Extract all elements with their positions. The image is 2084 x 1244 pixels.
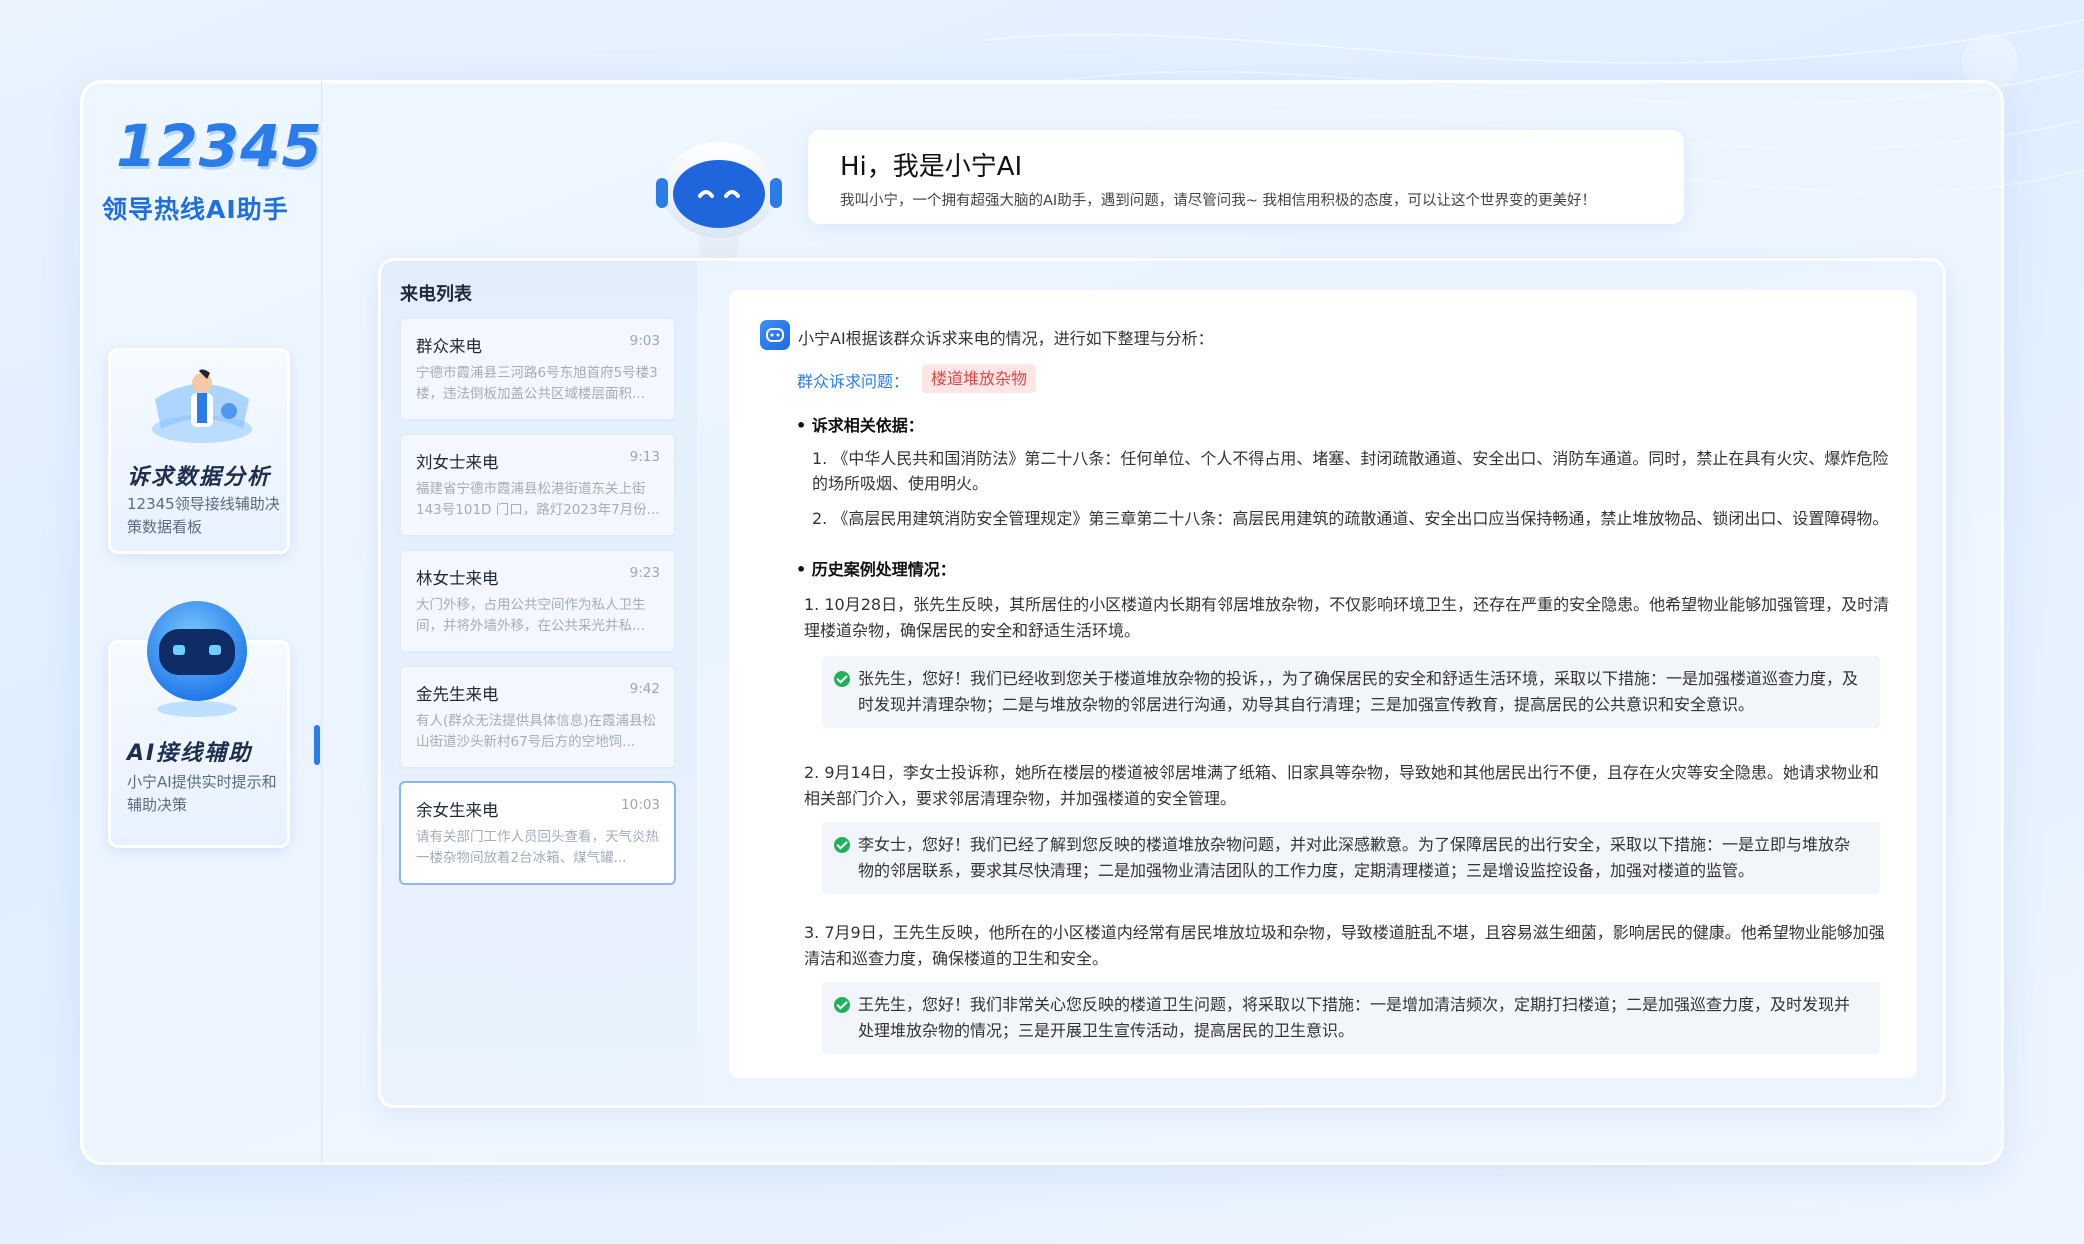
caller-name: 余女生来电 — [416, 801, 499, 820]
robot-mascot-icon — [656, 142, 782, 258]
call-list-item-active[interactable]: 余女生来电 10:03 请有关部门工作人员回头查看，天气炎热一楼杂物间放着2台冰… — [399, 781, 676, 885]
call-time: 9:13 — [629, 449, 660, 465]
call-list-item[interactable]: 群众来电 9:03 宁德市霞浦县三河路6号东旭首府5号楼3楼，违法倒板加盖公共区… — [399, 317, 676, 421]
call-list-item[interactable]: 金先生来电 9:42 有人(群众无法提供具体信息)在霞浦县松山街道沙头新村67号… — [399, 665, 676, 769]
call-snippet: 宁德市霞浦县三河路6号东旭首府5号楼3楼，违法倒板加盖公共区域楼层面积... — [416, 365, 658, 402]
history-case: 1. 10月28日，张先生反映，其所居住的小区楼道内长期有邻居堆放杂物，不仅影响… — [804, 595, 1890, 640]
basis-item: 2. 《高层民用建筑消防安全管理规定》第三章第二十八条：高层民用建筑的疏散通道、… — [812, 509, 1889, 528]
issue-label: 群众诉求问题： — [797, 372, 910, 391]
call-time: 10:03 — [621, 797, 660, 813]
greeting-bubble: Hi，我是小宁AI 我叫小宁，一个拥有超强大脑的AI助手，遇到问题，请尽管问我~… — [808, 130, 1684, 224]
greeting-desc: 我叫小宁，一个拥有超强大脑的AI助手，遇到问题，请尽管问我~ 我相信用积极的态度… — [840, 193, 1596, 209]
case-reply: 王先生，您好！我们非常关心您反映的楼道卫生问题，将采取以下措施：一是增加清洁频次… — [822, 982, 1880, 1054]
call-time: 9:03 — [629, 333, 660, 349]
nav-desc: 小宁AI提供实时提示和辅助决策 — [127, 773, 277, 814]
case-reply-text: 李女士，您好！我们已经了解到您反映的楼道堆放杂物问题，并对此深感歉意。为了保障居… — [858, 835, 1851, 880]
nav-card-data-analysis[interactable]: 诉求数据分析 12345领导接线辅助决策数据看板 — [108, 348, 290, 554]
history-case: 2. 9月14日，李女士投诉称，她所在楼层的楼道被邻居堆满了纸箱、旧家具等杂物，… — [804, 763, 1879, 808]
nav-card-ai-assist[interactable]: AI接线辅助 小宁AI提供实时提示和辅助决策 — [108, 601, 290, 848]
nav-title: AI接线辅助 — [127, 741, 253, 766]
brand-number: 12345 — [116, 112, 323, 180]
nav-title: 诉求数据分析 — [127, 465, 272, 490]
call-time: 9:42 — [629, 681, 660, 697]
caller-name: 群众来电 — [416, 337, 482, 356]
check-icon — [834, 671, 850, 687]
call-time: 9:23 — [629, 565, 660, 581]
check-icon — [834, 997, 850, 1013]
analyst-illustration-icon — [152, 369, 252, 443]
call-snippet: 大门外移，占用公共空间作为私人卫生间，并将外墙外移，在公共采光井私... — [416, 597, 646, 634]
greeting-title: Hi，我是小宁AI — [840, 152, 1023, 182]
brand-subtitle: 领导热线AI助手 — [102, 195, 289, 224]
case-reply: 张先生，您好！我们已经收到您关于楼道堆放杂物的投诉，，为了确保居民的安全和舒适生… — [822, 656, 1880, 728]
analysis-intro: 小宁AI根据该群众诉求来电的情况，进行如下整理与分析： — [798, 329, 1214, 348]
case-reply: 李女士，您好！我们已经了解到您反映的楼道堆放杂物问题，并对此深感歉意。为了保障居… — [822, 822, 1880, 894]
caller-name: 林女士来电 — [416, 569, 499, 588]
history-title: • 历史案例处理情况： — [796, 560, 956, 579]
case-reply-text: 张先生，您好！我们已经收到您关于楼道堆放杂物的投诉，，为了确保居民的安全和舒适生… — [858, 669, 1859, 714]
call-list-item[interactable]: 林女士来电 9:23 大门外移，占用公共空间作为私人卫生间，并将外墙外移，在公共… — [399, 549, 676, 653]
basis-title: • 诉求相关依据： — [796, 416, 924, 435]
active-nav-indicator — [314, 725, 320, 765]
nav-desc: 12345领导接线辅助决策数据看板 — [127, 495, 280, 536]
case-reply-text: 王先生，您好！我们非常关心您反映的楼道卫生问题，将采取以下措施：一是增加清洁频次… — [858, 995, 1851, 1040]
caller-name: 刘女士来电 — [416, 453, 499, 472]
call-snippet: 福建省宁德市霞浦县松港街道东关上街143号101D 门口，路灯2023年7月份.… — [416, 481, 660, 518]
call-list-item[interactable]: 刘女士来电 9:13 福建省宁德市霞浦县松港街道东关上街143号101D 门口，… — [399, 433, 676, 537]
basis-item: 1. 《中华人民共和国消防法》第二十八条：任何单位、个人不得占用、堵塞、封闭疏散… — [812, 449, 1889, 493]
history-case: 3. 7月9日，王先生反映，他所在的小区楼道内经常有居民堆放垃圾和杂物，导致楼道… — [804, 923, 1885, 968]
call-snippet: 有人(群众无法提供具体信息)在霞浦县松山街道沙头新村67号后方的空地饲... — [416, 713, 657, 750]
issue-tag: 楼道堆放杂物 — [922, 364, 1037, 393]
ai-chat-icon — [760, 320, 790, 350]
call-list-title: 来电列表 — [400, 284, 472, 305]
check-icon — [834, 837, 850, 853]
robot-orb-icon — [147, 601, 247, 717]
call-snippet: 请有关部门工作人员回头查看，天气炎热一楼杂物间放着2台冰箱、煤气罐... — [416, 829, 659, 866]
caller-name: 金先生来电 — [416, 685, 499, 704]
